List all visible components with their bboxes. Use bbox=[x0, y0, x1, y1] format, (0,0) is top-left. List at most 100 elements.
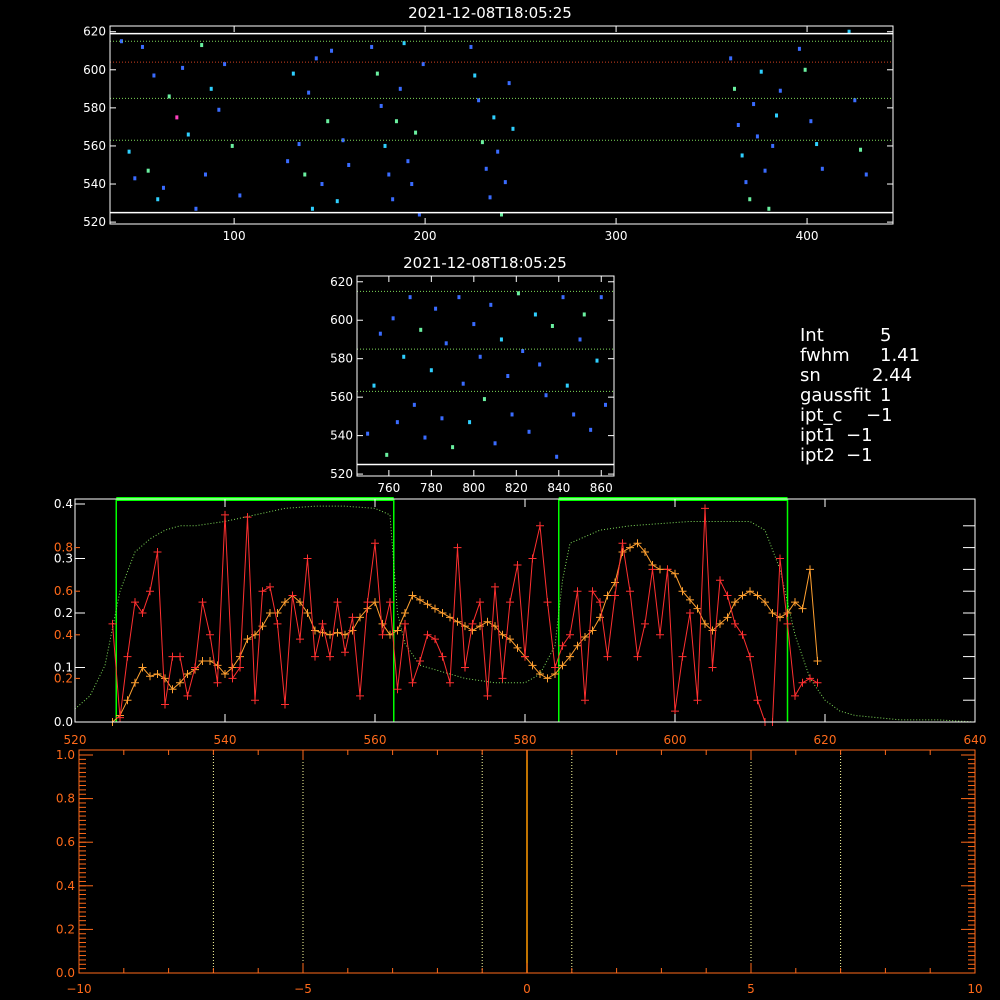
orange-series-point bbox=[618, 547, 627, 556]
red-series-point bbox=[491, 582, 499, 591]
red-series-point bbox=[461, 663, 469, 672]
top-image-spot bbox=[488, 195, 492, 200]
profile-y-inner-tick-label: 0.8 bbox=[54, 541, 73, 555]
red-series-point bbox=[618, 539, 627, 548]
red-series-point bbox=[378, 630, 387, 639]
orange-series-point bbox=[446, 613, 454, 622]
zoom-image-spot bbox=[378, 331, 382, 336]
green-dotted-curve bbox=[74, 505, 976, 723]
red-series-point bbox=[446, 678, 454, 687]
top-image-spot bbox=[469, 44, 473, 49]
top-image-panel: 100 200 300 400 520 540 560 580 600 620 bbox=[83, 25, 894, 243]
red-series-point bbox=[483, 691, 492, 700]
zoom-image-spot bbox=[604, 402, 608, 407]
red-series-point bbox=[626, 587, 634, 596]
top-image-spot bbox=[763, 168, 767, 173]
zoom-image-spot bbox=[423, 435, 427, 440]
zoom-image-spot bbox=[516, 291, 520, 296]
top-image-spot bbox=[326, 119, 330, 124]
red-series-point bbox=[678, 652, 687, 661]
top-image-spot bbox=[297, 142, 301, 147]
red-series-point bbox=[303, 554, 312, 563]
zoom-image-y-tick-label: 620 bbox=[330, 275, 353, 289]
profile-x-tick-label: 520 bbox=[64, 733, 87, 747]
zoom-image-x-tick-label: 860 bbox=[590, 481, 613, 495]
red-series-point bbox=[453, 543, 462, 552]
top-image-spot bbox=[238, 193, 242, 198]
top-image-spot bbox=[473, 73, 477, 78]
top-image-spot bbox=[379, 103, 383, 108]
red-series-point bbox=[416, 656, 424, 665]
top-image-spot bbox=[484, 166, 488, 171]
zoom-image-spot bbox=[582, 312, 586, 317]
info-fwhm-key: fwhm bbox=[800, 345, 850, 366]
red-series-point bbox=[671, 707, 679, 716]
zoom-image-x-tick-label: 840 bbox=[547, 481, 570, 495]
red-series-point bbox=[693, 696, 702, 705]
lower-y-tick-label: 0.8 bbox=[56, 792, 75, 806]
red-series-point bbox=[123, 652, 132, 661]
info-ipt2-key: ipt2 bbox=[800, 445, 835, 466]
red-series-point bbox=[408, 678, 417, 687]
top-image-y-tick-label: 520 bbox=[83, 215, 106, 229]
figure-canvas: 2021-12-08T18:05:25 2021-12-08T18:05:25 … bbox=[54, 4, 987, 996]
red-series-point bbox=[468, 619, 477, 628]
zoom-image-spot bbox=[451, 445, 455, 450]
top-image-spot bbox=[167, 94, 171, 99]
lower-x-tick-label: −5 bbox=[294, 982, 312, 996]
top-image-spot bbox=[815, 142, 819, 147]
lower-x-tick-label: 5 bbox=[747, 982, 755, 996]
profile-x-tick-label: 640 bbox=[964, 733, 987, 747]
red-series-point bbox=[641, 619, 649, 628]
zoom-image-spot bbox=[385, 452, 389, 457]
red-series-point bbox=[746, 652, 754, 661]
top-image-spot bbox=[200, 43, 204, 48]
top-image-spot bbox=[181, 65, 185, 70]
red-series-point bbox=[333, 598, 342, 607]
red-series-point bbox=[581, 696, 589, 705]
top-image-spot bbox=[406, 159, 410, 164]
top-image-spot bbox=[209, 86, 213, 91]
zoom-image-spot bbox=[595, 358, 599, 363]
top-image-spot bbox=[156, 197, 160, 202]
red-series-point bbox=[296, 635, 304, 644]
red-series-point bbox=[738, 630, 747, 639]
orange-series-point bbox=[603, 591, 612, 600]
zoom-image-spot bbox=[555, 454, 559, 459]
red-series-point bbox=[401, 619, 409, 628]
zoom-image-spot bbox=[366, 431, 370, 436]
zoom-image-spot bbox=[565, 383, 569, 388]
top-image-spot bbox=[414, 130, 418, 135]
red-series-point bbox=[228, 674, 237, 683]
top-image-spot bbox=[347, 162, 351, 167]
lower-y-tick-label: 0.6 bbox=[56, 835, 75, 849]
zoom-image-spot bbox=[402, 354, 406, 359]
red-series-point bbox=[506, 598, 514, 607]
orange-series-point bbox=[438, 609, 447, 617]
top-image-x-tick-label: 300 bbox=[605, 229, 628, 243]
red-series-point bbox=[221, 510, 229, 519]
info-sn-key: sn bbox=[800, 365, 821, 386]
zoom-image-spot bbox=[561, 295, 565, 300]
top-image-spot bbox=[864, 172, 868, 177]
zoom-image-spot bbox=[457, 295, 461, 300]
red-series-point bbox=[723, 591, 732, 600]
info-ipt1-key: ipt1 bbox=[800, 425, 835, 446]
top-image-x-tick-label: 100 bbox=[223, 229, 246, 243]
top-image-spot bbox=[203, 172, 207, 177]
red-series-point bbox=[341, 648, 349, 657]
orange-series-point bbox=[153, 670, 162, 679]
info-int-key: Int bbox=[800, 325, 824, 346]
red-series-point bbox=[168, 652, 177, 661]
zoom-image-spot bbox=[372, 383, 376, 388]
zoom-image-y-tick-label: 580 bbox=[330, 352, 353, 366]
orange-series-point bbox=[303, 609, 312, 617]
red-series-point bbox=[153, 547, 162, 556]
red-series-point bbox=[116, 713, 124, 722]
profile-x-tick-label: 620 bbox=[814, 733, 837, 747]
red-series-point bbox=[566, 630, 574, 639]
orange-series-point bbox=[453, 617, 462, 626]
top-image-y-tick-label: 580 bbox=[83, 101, 106, 115]
red-series-point bbox=[476, 598, 484, 607]
red-series-point bbox=[386, 598, 394, 607]
